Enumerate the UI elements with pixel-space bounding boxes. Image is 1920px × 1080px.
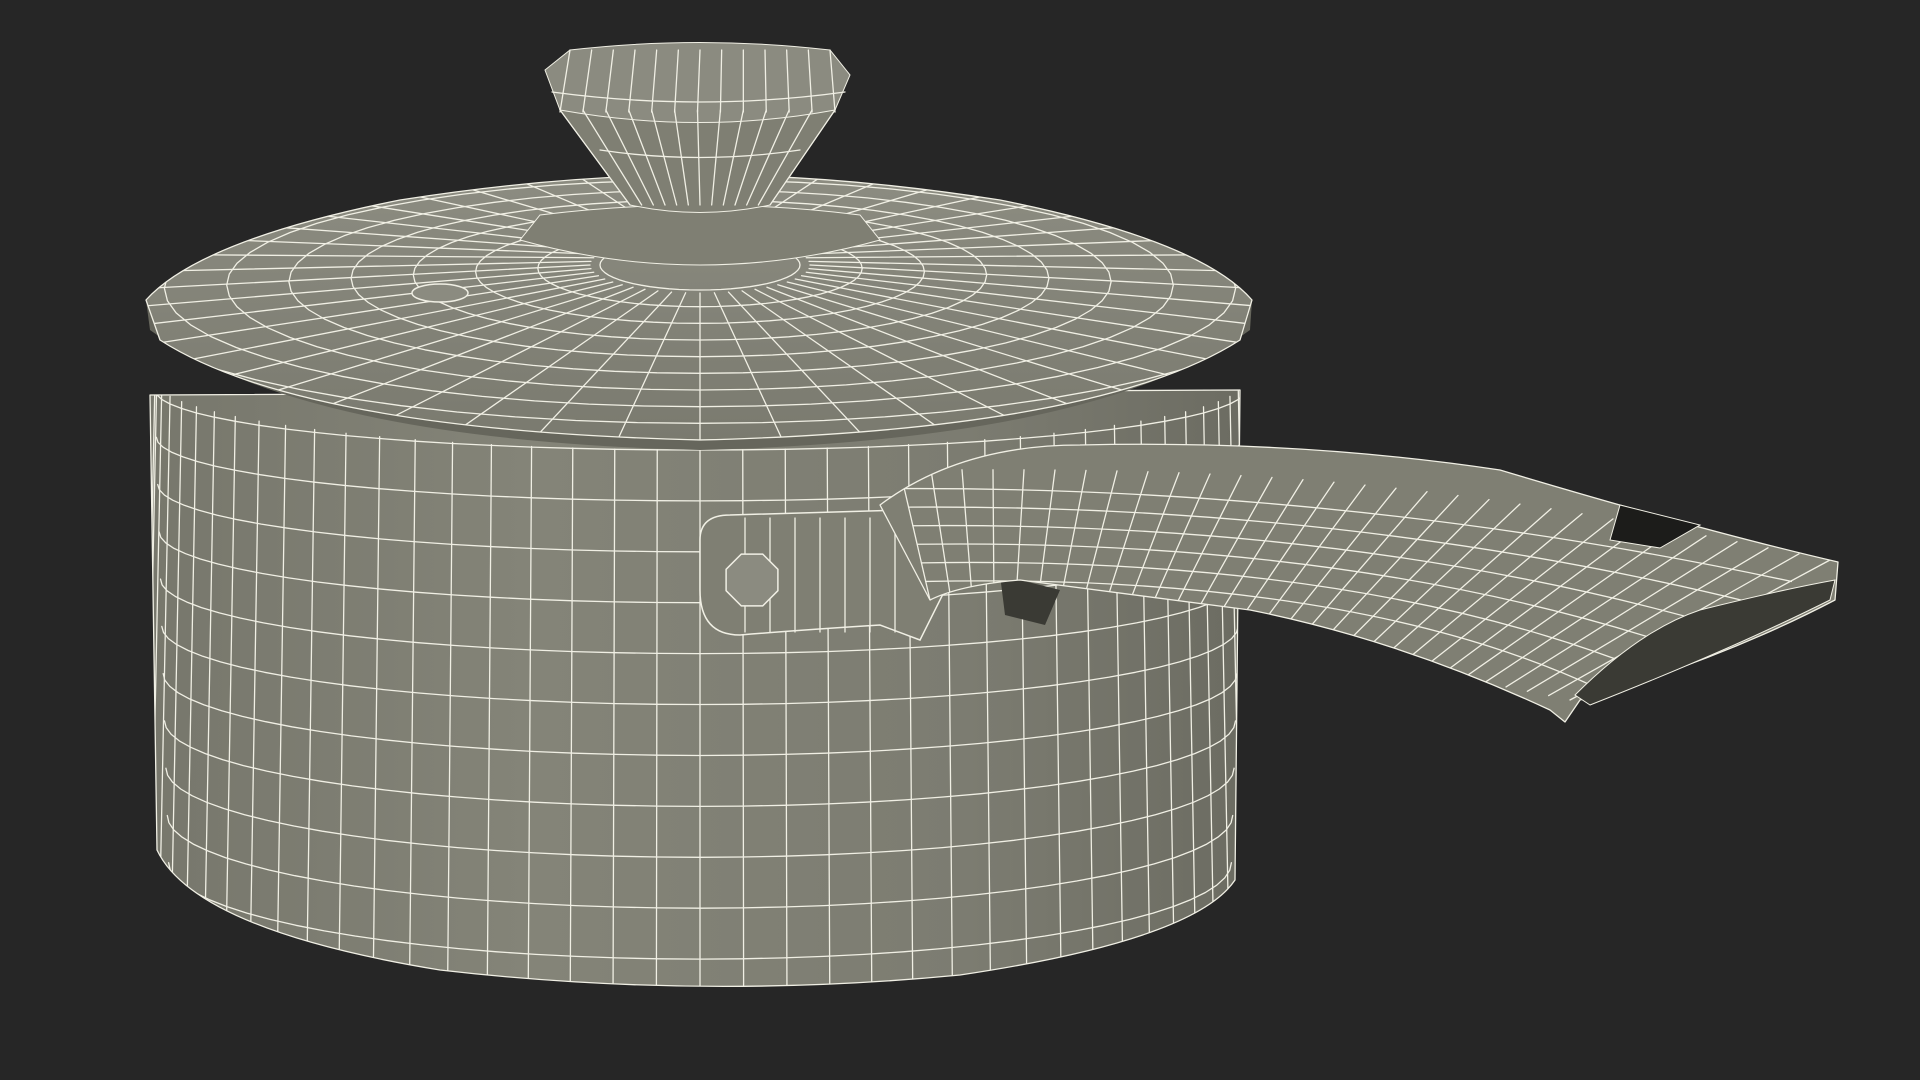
saucepan-wireframe-render bbox=[0, 0, 1920, 1080]
rivet-bolt bbox=[725, 553, 779, 607]
render-viewport bbox=[0, 0, 1920, 1080]
steam-vent bbox=[411, 283, 469, 303]
body-vertical-edge bbox=[655, 449, 658, 987]
